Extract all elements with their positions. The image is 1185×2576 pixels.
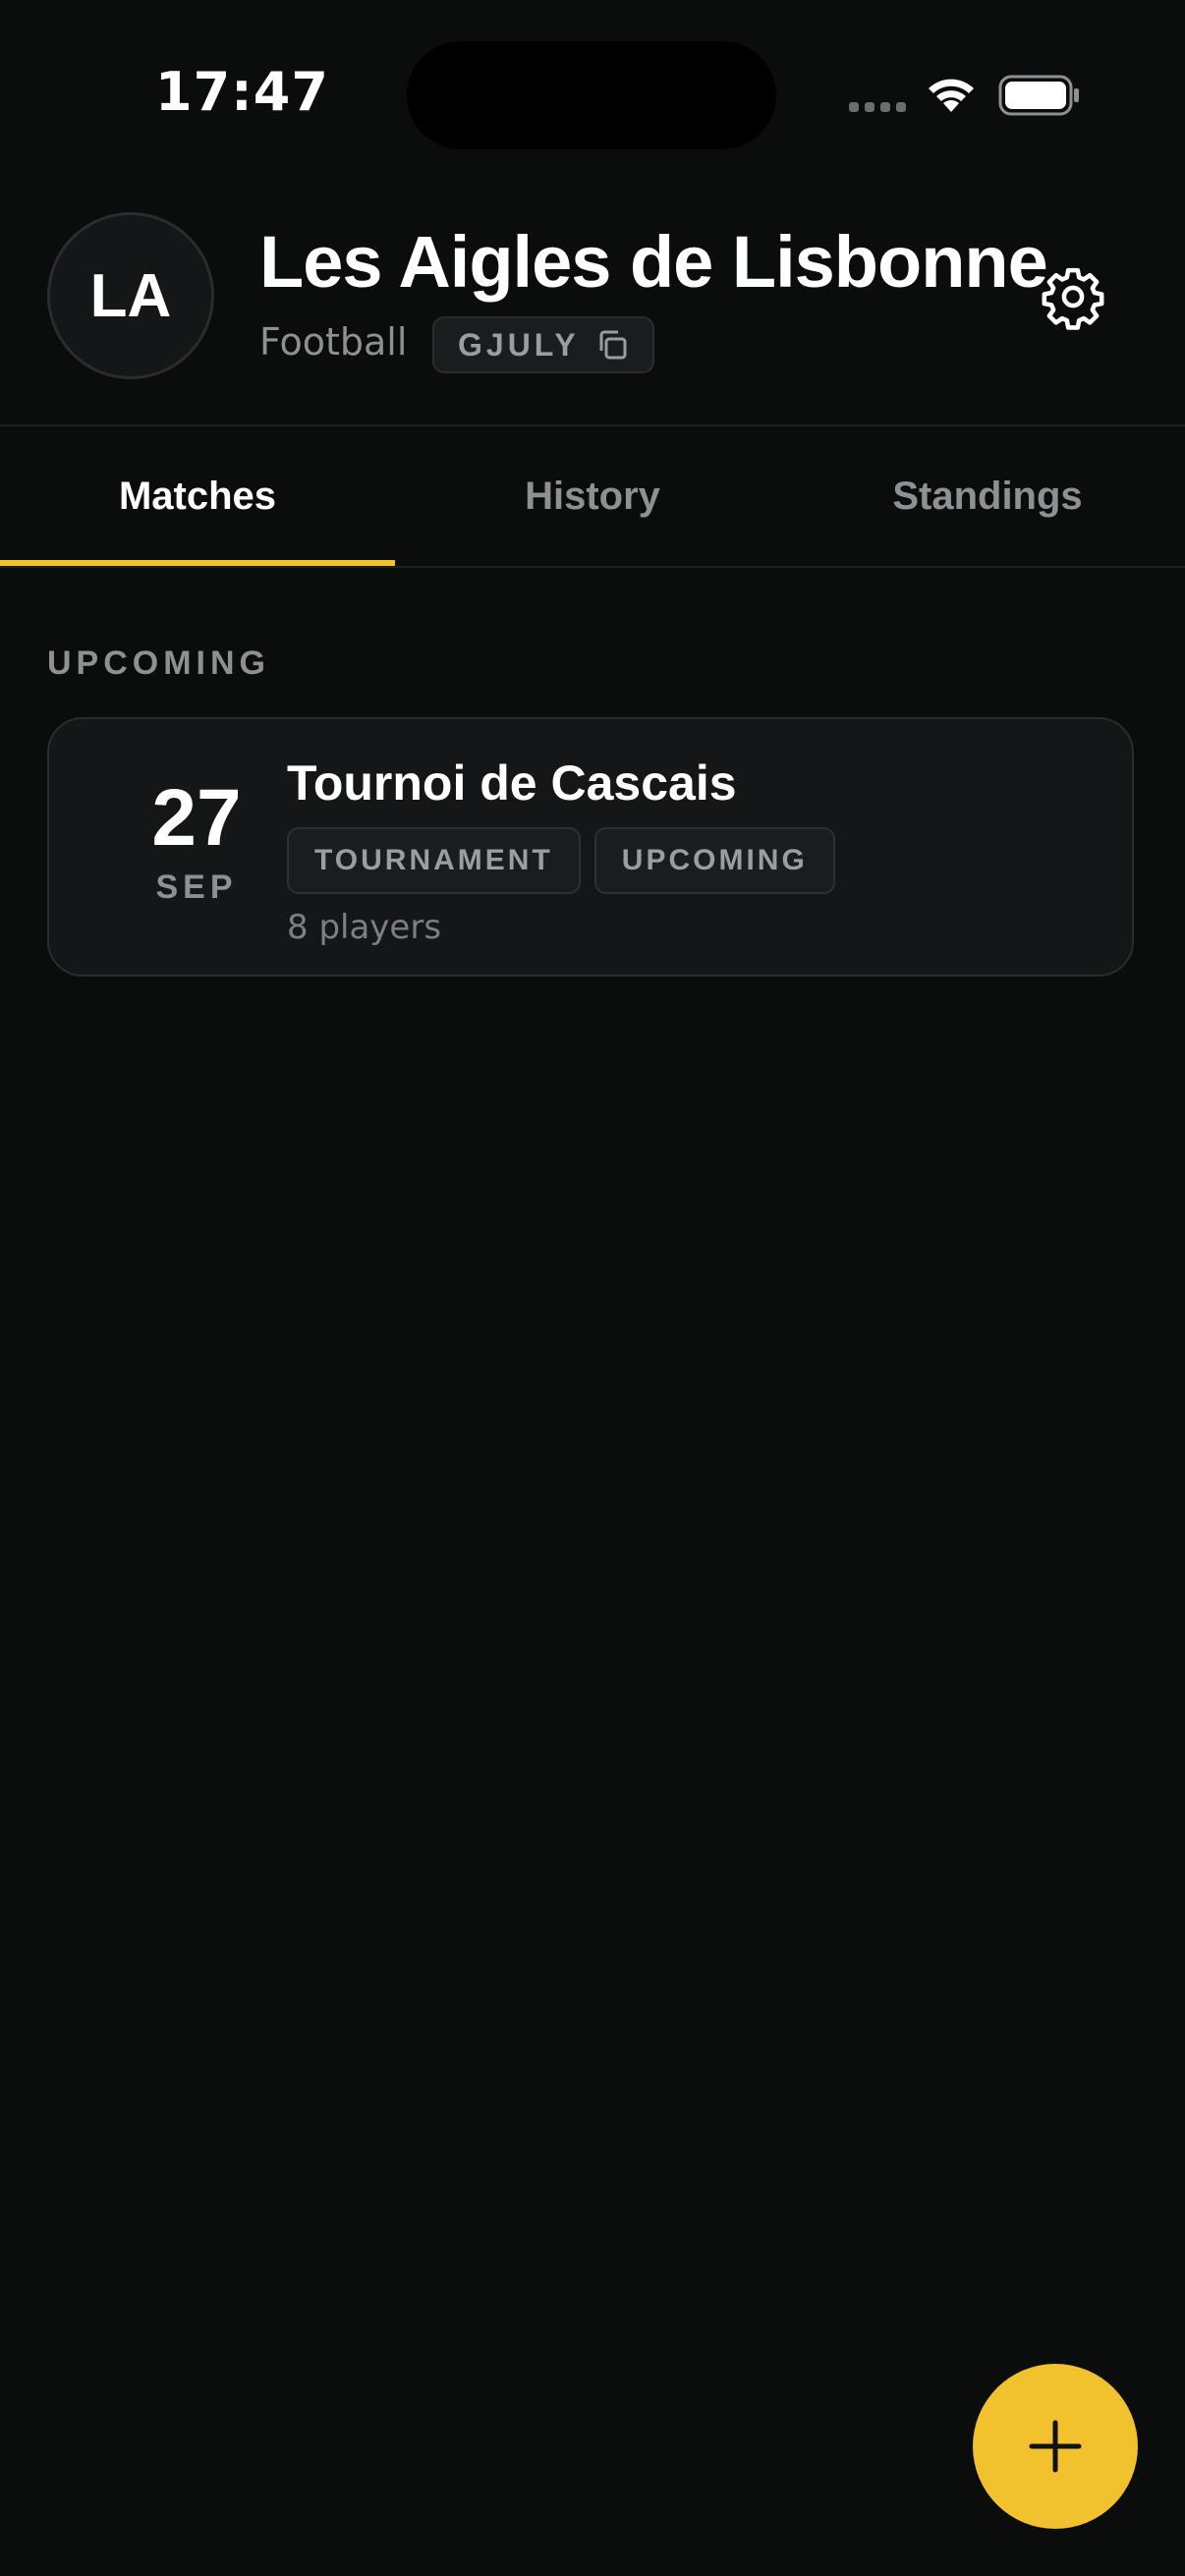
- wifi-icon: [929, 79, 974, 112]
- gear-icon: [1042, 267, 1104, 330]
- match-status-badge: UPCOMING: [593, 827, 835, 894]
- tab-history[interactable]: History: [395, 426, 790, 566]
- invite-code: GJULY: [458, 326, 580, 363]
- tab-bar: Matches History Standings: [0, 426, 1185, 566]
- match-card[interactable]: 27 SEP Tournoi de Cascais TOURNAMENT UPC…: [47, 717, 1134, 977]
- match-month: SEP: [155, 868, 238, 906]
- cellular-signal-icon: [849, 102, 906, 112]
- battery-icon: [998, 75, 1079, 116]
- match-day: 27: [151, 773, 242, 863]
- status-bar: 17:47: [0, 0, 1185, 187]
- status-time: 17:47: [155, 61, 329, 123]
- invite-code-chip[interactable]: GJULY: [432, 316, 654, 373]
- dynamic-island: [407, 41, 776, 149]
- team-avatar: LA: [47, 212, 214, 379]
- match-player-count: 8 players: [287, 908, 442, 947]
- team-sport: Football: [259, 320, 408, 364]
- settings-button[interactable]: [1038, 261, 1108, 332]
- team-header: LA Les Aigles de Lisbonne Football GJULY: [0, 187, 1185, 424]
- tab-matches[interactable]: Matches: [0, 426, 395, 566]
- match-type-badge: TOURNAMENT: [287, 827, 581, 894]
- match-date: 27 SEP: [88, 778, 305, 907]
- plus-icon: [1029, 2420, 1082, 2473]
- add-match-button[interactable]: [973, 2364, 1138, 2529]
- match-title: Tournoi de Cascais: [287, 756, 737, 811]
- tabs-divider: [0, 566, 1185, 568]
- copy-icon: [599, 330, 627, 360]
- team-name: Les Aigles de Lisbonne: [259, 221, 1048, 303]
- tab-standings[interactable]: Standings: [790, 426, 1185, 566]
- match-badges: TOURNAMENT UPCOMING: [287, 827, 835, 894]
- section-label-upcoming: UPCOMING: [47, 644, 270, 682]
